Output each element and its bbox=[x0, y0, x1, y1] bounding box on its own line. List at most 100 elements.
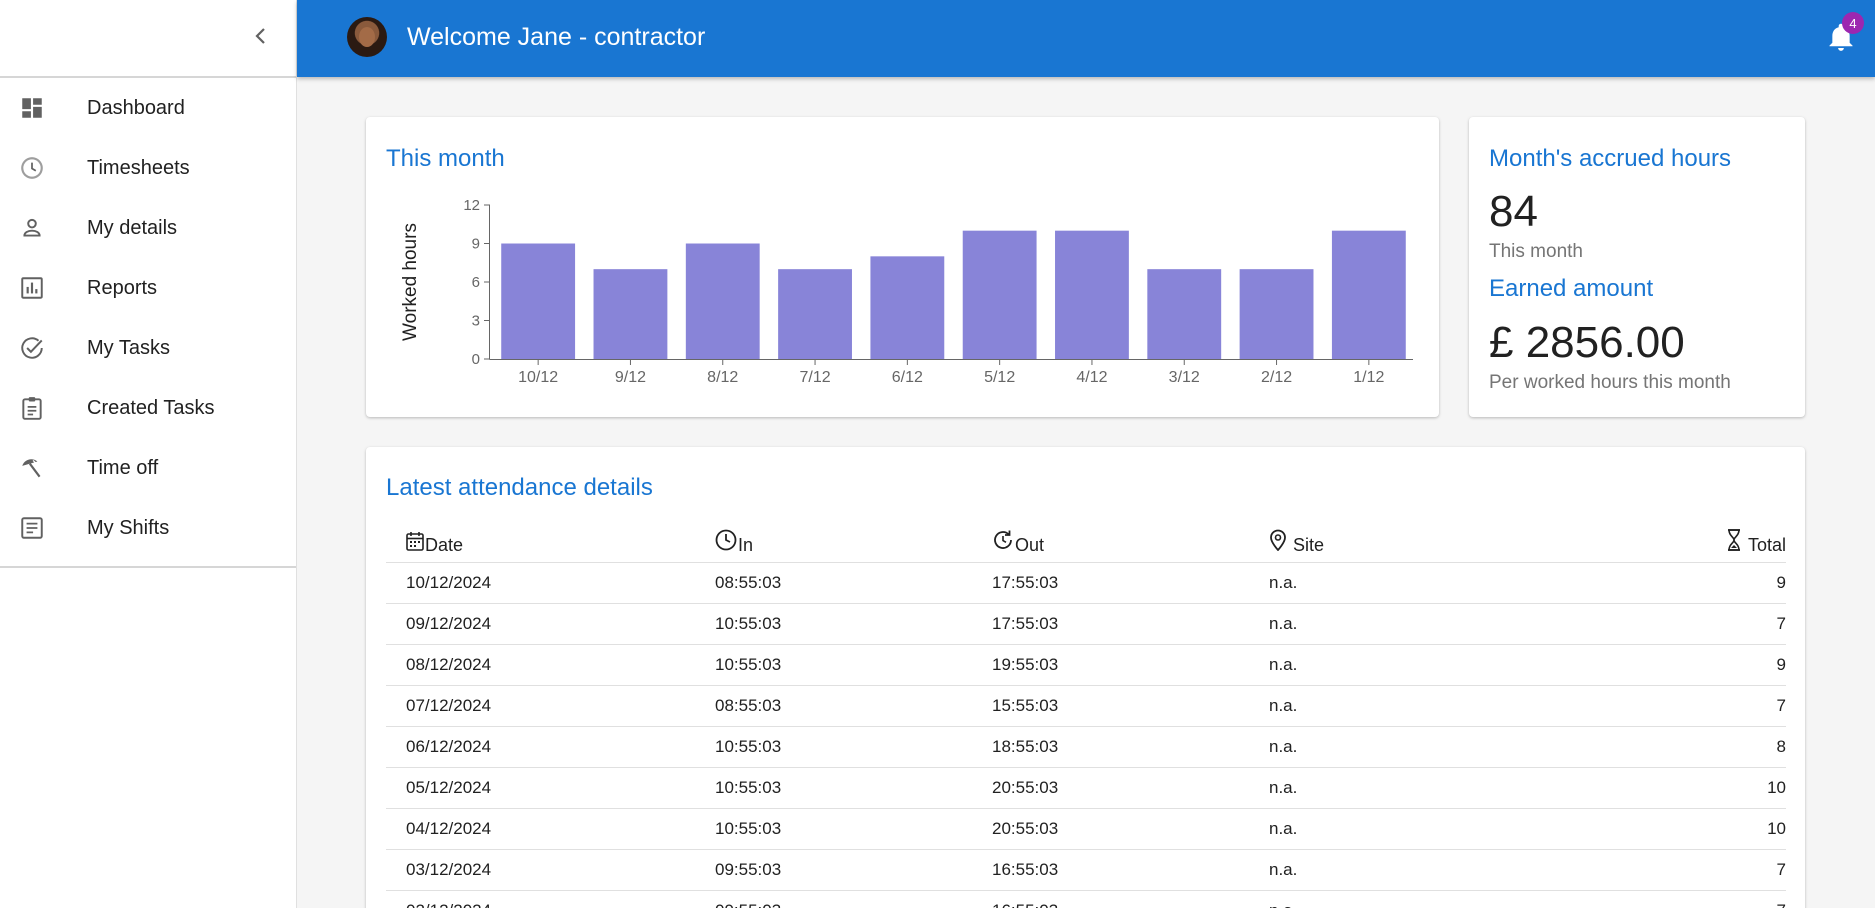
cell-in: 10:55:03 bbox=[715, 603, 992, 645]
table-row[interactable]: 02/12/202409:55:0316:55:03n.a.7 bbox=[386, 890, 1786, 908]
cell-out: 16:55:03 bbox=[992, 890, 1269, 908]
check-circle-icon bbox=[0, 335, 87, 361]
clock-icon bbox=[0, 155, 87, 181]
column-label: In bbox=[738, 534, 754, 555]
bar bbox=[1147, 269, 1222, 359]
cell-in: 09:55:03 bbox=[715, 890, 992, 908]
dashboard-icon bbox=[0, 95, 87, 121]
column-header-date[interactable]: Date bbox=[386, 520, 715, 563]
sidebar-item-label: Time off bbox=[87, 456, 159, 479]
sidebar-item-reports[interactable]: Reports bbox=[0, 258, 296, 318]
location-pin-icon bbox=[1269, 529, 1287, 556]
sidebar-item-my-details[interactable]: My details bbox=[0, 198, 296, 258]
cell-in: 10:55:03 bbox=[715, 767, 992, 809]
cell-site: n.a. bbox=[1269, 562, 1669, 604]
sidebar-item-timesheets[interactable]: Timesheets bbox=[0, 138, 296, 198]
clock-icon bbox=[715, 529, 737, 556]
cell-site: n.a. bbox=[1269, 890, 1669, 908]
sidebar-item-my-tasks[interactable]: My Tasks bbox=[0, 318, 296, 378]
bar-chart-icon bbox=[0, 275, 87, 301]
column-label: Date bbox=[425, 534, 464, 555]
y-axis-label: Worked hours bbox=[400, 223, 421, 341]
cell-total: 10 bbox=[1669, 767, 1786, 809]
earned-amount-title: Earned amount bbox=[1489, 275, 1654, 302]
cell-date: 06/12/2024 bbox=[386, 726, 715, 768]
cell-in: 08:55:03 bbox=[715, 685, 992, 727]
table-row[interactable]: 05/12/2024 10:55:03 20:55:03 n.a. 10 bbox=[386, 767, 1786, 809]
avatar[interactable] bbox=[347, 17, 387, 57]
notification-badge: 4 bbox=[1842, 12, 1864, 34]
x-tick-label: 7/12 bbox=[799, 369, 830, 386]
bar bbox=[593, 269, 668, 359]
app-bar: Welcome Jane - contractor 4 bbox=[297, 0, 1875, 77]
y-tick-label: 0 bbox=[472, 351, 480, 368]
sidebar-header bbox=[0, 0, 296, 78]
x-tick-label: 1/12 bbox=[1353, 369, 1384, 386]
column-header-in[interactable]: In bbox=[715, 520, 992, 563]
bar bbox=[1239, 269, 1314, 359]
x-tick-label: 2/12 bbox=[1261, 369, 1292, 386]
x-tick-label: 9/12 bbox=[615, 369, 646, 386]
sidebar-item-label: Created Tasks bbox=[87, 396, 215, 419]
cell-total: 7 bbox=[1669, 603, 1786, 645]
table-row[interactable]: 03/12/2024 09:55:03 16:55:03 n.a. 7 bbox=[386, 849, 1786, 891]
cell-out: 20:55:03 bbox=[992, 808, 1269, 850]
cell-date: 02/12/2024 bbox=[386, 890, 715, 908]
cell-total: 9 bbox=[1669, 562, 1786, 604]
cell-site: n.a. bbox=[1269, 767, 1669, 809]
y-tick-label: 9 bbox=[472, 236, 480, 253]
sidebar-nav: Dashboard Timesheets My details Reports … bbox=[0, 78, 296, 558]
cell-out: 18:55:03 bbox=[992, 726, 1269, 768]
cell-date: 07/12/2024 bbox=[386, 685, 715, 727]
sidebar-item-label: Dashboard bbox=[87, 96, 185, 119]
table-row[interactable]: 08/12/2024 10:55:03 19:55:03 n.a. 9 bbox=[386, 644, 1786, 686]
cell-date: 03/12/2024 bbox=[386, 849, 715, 891]
accrued-hours-title: Month's accrued hours bbox=[1489, 145, 1732, 172]
column-label: Total bbox=[1747, 534, 1786, 555]
column-header-site[interactable]: Site bbox=[1269, 520, 1669, 563]
table-row[interactable]: 10/12/2024 08:55:03 17:55:03 n.a. 9 bbox=[386, 562, 1786, 604]
cell-site: n.a. bbox=[1269, 603, 1669, 645]
sidebar-item-created-tasks[interactable]: Created Tasks bbox=[0, 378, 296, 438]
cell-date: 04/12/2024 bbox=[386, 808, 715, 850]
sidebar-item-my-shifts[interactable]: My Shifts bbox=[0, 498, 296, 558]
sidebar-item-time-off[interactable]: Time off bbox=[0, 438, 296, 498]
table-row[interactable]: 06/12/2024 10:55:03 18:55:03 n.a. 8 bbox=[386, 726, 1786, 768]
cell-date: 05/12/2024 bbox=[386, 767, 715, 809]
clipboard-icon bbox=[0, 395, 87, 421]
table-row[interactable]: 07/12/2024 08:55:03 15:55:03 n.a. 7 bbox=[386, 685, 1786, 727]
collapse-sidebar-button[interactable] bbox=[248, 23, 274, 49]
cell-out: 17:55:03 bbox=[992, 562, 1269, 604]
sidebar-item-label: My details bbox=[87, 216, 178, 239]
this-month-chart-card: This month 0 3 6 9 12 Worked hours 10/12 9/12 8/… bbox=[366, 117, 1439, 417]
cell-in: 10:55:03 bbox=[715, 644, 992, 686]
column-label: Site bbox=[1293, 534, 1325, 555]
cell-in: 08:55:03 bbox=[715, 562, 992, 604]
table-row[interactable]: 04/12/2024 10:55:03 20:55:03 n.a. 10 bbox=[386, 808, 1786, 850]
column-label: Out bbox=[1015, 534, 1045, 555]
x-tick-label: 10/12 bbox=[518, 369, 558, 386]
sidebar-item-label: My Tasks bbox=[87, 336, 170, 359]
table-row[interactable]: 09/12/2024 10:55:03 17:55:03 n.a. 7 bbox=[386, 603, 1786, 645]
bar bbox=[685, 243, 760, 359]
attendance-title: Latest attendance details bbox=[386, 474, 653, 501]
cell-site: n.a. bbox=[1269, 808, 1669, 850]
y-tick-label: 3 bbox=[472, 313, 480, 330]
sidebar: Dashboard Timesheets My details Reports … bbox=[0, 0, 297, 908]
bar bbox=[870, 256, 945, 359]
summary-card: Month's accrued hours 84 This month Earn… bbox=[1469, 117, 1805, 417]
earned-amount-value: £ 2856.00 bbox=[1489, 318, 1685, 367]
column-header-total[interactable]: Total bbox=[1669, 520, 1786, 563]
sidebar-item-label: Reports bbox=[87, 276, 158, 299]
attendance-card: Latest attendance details Date In Out Si… bbox=[366, 447, 1805, 908]
cell-total: 7 bbox=[1669, 890, 1786, 908]
accrued-hours-caption: This month bbox=[1489, 241, 1583, 262]
bar bbox=[778, 269, 852, 359]
column-header-out[interactable]: Out bbox=[992, 520, 1269, 563]
sidebar-item-dashboard[interactable]: Dashboard bbox=[0, 78, 296, 138]
bar bbox=[1331, 230, 1406, 359]
calendar-icon bbox=[406, 531, 424, 556]
cell-out: 20:55:03 bbox=[992, 767, 1269, 809]
x-tick-label: 3/12 bbox=[1169, 369, 1200, 386]
document-icon bbox=[0, 515, 87, 541]
